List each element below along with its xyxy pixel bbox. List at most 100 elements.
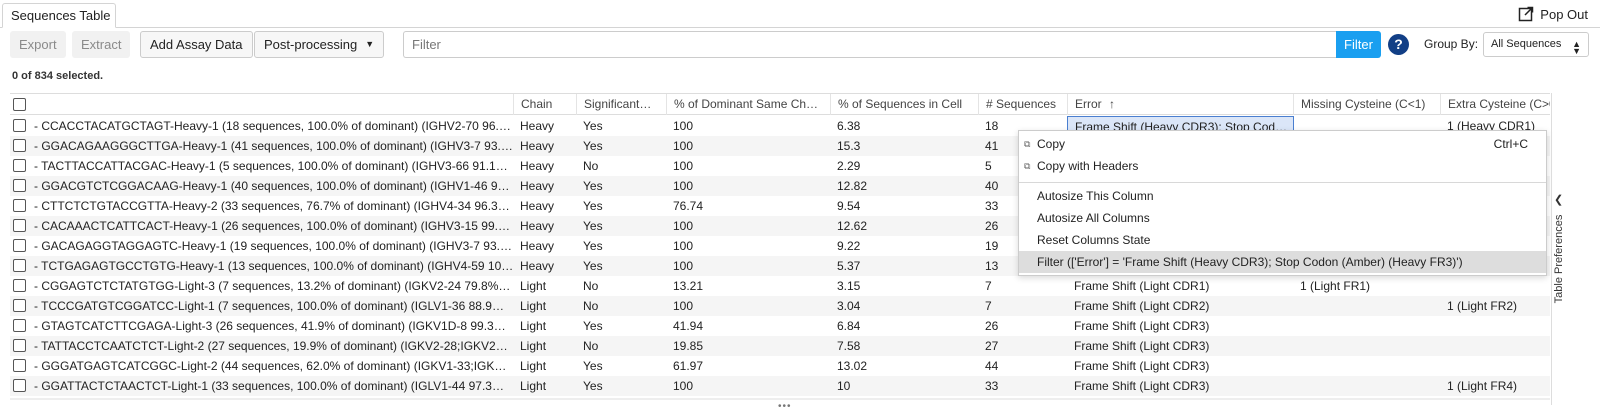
select-all-checkbox[interactable] bbox=[13, 98, 26, 111]
cell-pct-dominant: 100 bbox=[673, 119, 694, 133]
row-checkbox[interactable] bbox=[13, 259, 26, 272]
row-checkbox[interactable] bbox=[13, 319, 26, 332]
cell-significant: Yes bbox=[583, 379, 603, 393]
row-checkbox[interactable] bbox=[13, 199, 26, 212]
row-checkbox[interactable] bbox=[13, 219, 26, 232]
cell-pct-dominant: 100 bbox=[673, 239, 694, 253]
row-checkbox[interactable] bbox=[13, 179, 26, 192]
menu-item-copy-headers[interactable]: ⧉ Copy with Headers bbox=[1019, 156, 1546, 176]
row-checkbox[interactable] bbox=[13, 379, 26, 392]
cell-significant: Yes bbox=[583, 139, 603, 153]
cell-num-sequences: 26 bbox=[985, 319, 999, 333]
cell-extra-cysteine bbox=[1440, 356, 1550, 376]
cell-sequence-name: - GGGATGAGTCATCGGC-Light-2 (44 sequences… bbox=[34, 359, 514, 373]
group-by-label: Group By: bbox=[1424, 37, 1479, 51]
column-header-missing-cysteine[interactable]: Missing Cysteine (C<1) bbox=[1293, 94, 1441, 115]
tab-bar: Sequences Table Pop Out bbox=[0, 0, 1600, 28]
column-header-pct-dominant[interactable]: % of Dominant Same Ch… bbox=[666, 94, 831, 115]
menu-item-autosize-all[interactable]: Autosize All Columns bbox=[1019, 208, 1546, 228]
group-by-select[interactable]: All Sequences ▲ ▼ bbox=[1483, 32, 1589, 57]
pop-out-button[interactable]: Pop Out bbox=[1518, 6, 1588, 22]
row-checkbox[interactable] bbox=[13, 159, 26, 172]
row-checkbox[interactable] bbox=[13, 299, 26, 312]
export-button[interactable]: Export bbox=[10, 31, 66, 58]
cell-significant: Yes bbox=[583, 259, 603, 273]
column-header-significant[interactable]: Significant… bbox=[576, 94, 665, 115]
cell-pct-sequences: 5.37 bbox=[837, 259, 861, 273]
cell-pct-dominant: 19.85 bbox=[673, 339, 704, 353]
cell-error: Frame Shift (Light CDR1) bbox=[1074, 279, 1210, 293]
cell-pct-sequences: 3.04 bbox=[837, 299, 861, 313]
table-row[interactable]: - GGATTACTCTAACTCT-Light-1 (33 sequences… bbox=[10, 376, 1550, 396]
extract-button[interactable]: Extract bbox=[72, 31, 131, 58]
cell-pct-dominant: 100 bbox=[673, 159, 694, 173]
cell-sequence-name: - GTAGTCATCTTCGAGA-Light-3 (26 sequences… bbox=[34, 319, 514, 333]
cell-extra-cysteine bbox=[1440, 336, 1550, 356]
cell-sequence-name: - TACTTACCATTACGAC-Heavy-1 (5 sequences,… bbox=[34, 159, 508, 173]
filter-input[interactable] bbox=[403, 31, 1338, 58]
cell-chain: Heavy bbox=[520, 239, 555, 253]
column-header-num-sequences[interactable]: # Sequences bbox=[978, 94, 1068, 115]
cell-pct-sequences: 3.15 bbox=[837, 279, 861, 293]
cell-chain: Light bbox=[520, 319, 547, 333]
cell-sequence-name: - GGACGTCTCGGACAAG-Heavy-1 (40 sequences… bbox=[34, 179, 514, 193]
add-assay-data-button[interactable]: Add Assay Data bbox=[140, 31, 253, 58]
cell-num-sequences: 7 bbox=[985, 299, 992, 313]
cell-missing-cysteine bbox=[1293, 336, 1441, 356]
filter-button[interactable]: Filter bbox=[1336, 31, 1381, 58]
table-row[interactable]: - GTAGTCATCTTCGAGA-Light-3 (26 sequences… bbox=[10, 316, 1550, 336]
table-row[interactable]: - CGGAGTCTCTATGTGG-Light-3 (7 sequences,… bbox=[10, 276, 1550, 296]
cell-chain: Heavy bbox=[520, 119, 555, 133]
row-checkbox[interactable] bbox=[13, 279, 26, 292]
menu-item-reset-columns[interactable]: Reset Columns State bbox=[1019, 230, 1546, 250]
tab-sequences-table[interactable]: Sequences Table bbox=[2, 3, 116, 28]
cell-pct-dominant: 100 bbox=[673, 379, 694, 393]
row-checkbox[interactable] bbox=[13, 359, 26, 372]
cell-num-sequences: 44 bbox=[985, 359, 999, 373]
cell-extra-cysteine: 1 (Light FR2) bbox=[1447, 299, 1518, 313]
cell-sequence-name: - TATTACCTCAATCTCT-Light-2 (27 sequences… bbox=[34, 339, 514, 353]
post-processing-dropdown[interactable]: Post-processing ▼ bbox=[254, 31, 385, 58]
row-checkbox[interactable] bbox=[13, 119, 26, 132]
menu-item-autosize-column[interactable]: Autosize This Column bbox=[1019, 186, 1546, 206]
cell-missing-cysteine bbox=[1293, 376, 1441, 396]
cell-significant: No bbox=[583, 159, 599, 173]
column-header-error-label: Error bbox=[1075, 97, 1102, 111]
table-preferences-panel[interactable]: ❮ Table Preferences bbox=[1551, 93, 1566, 405]
pop-out-label: Pop Out bbox=[1540, 6, 1588, 22]
cell-missing-cysteine: 1 (Light FR1) bbox=[1300, 279, 1371, 293]
table-row[interactable]: - TATTACCTCAATCTCT-Light-2 (27 sequences… bbox=[10, 336, 1550, 356]
cell-chain: Light bbox=[520, 359, 547, 373]
cell-sequence-name: - CTTCTCTGTACCGTTA-Heavy-2 (33 sequences… bbox=[34, 199, 510, 213]
column-header-pct-sequences[interactable]: % of Sequences in Cell bbox=[830, 94, 979, 115]
caret-down-icon: ▼ bbox=[365, 39, 375, 49]
column-header-error[interactable]: Error ↑ bbox=[1067, 94, 1294, 115]
cell-chain: Heavy bbox=[520, 139, 555, 153]
row-checkbox[interactable] bbox=[13, 239, 26, 252]
menu-item-filter-error[interactable]: Filter (['Error'] = 'Frame Shift (Heavy … bbox=[1019, 251, 1546, 273]
cell-chain: Light bbox=[520, 299, 547, 313]
cell-num-sequences: 27 bbox=[985, 339, 999, 353]
cell-pct-sequences: 9.54 bbox=[837, 199, 861, 213]
cell-pct-dominant: 100 bbox=[673, 219, 694, 233]
cell-pct-dominant: 41.94 bbox=[673, 319, 704, 333]
menu-item-copy-label: Copy bbox=[1037, 137, 1066, 151]
horizontal-scrollbar[interactable] bbox=[10, 398, 1550, 400]
column-header-extra-cysteine[interactable]: Extra Cysteine (C>0 bbox=[1440, 94, 1550, 115]
cell-significant: Yes bbox=[583, 199, 603, 213]
table-row[interactable]: - GGGATGAGTCATCGGC-Light-2 (44 sequences… bbox=[10, 356, 1550, 376]
menu-item-copy[interactable]: ⧉ Copy Ctrl+C bbox=[1019, 134, 1546, 154]
table-row[interactable]: - TCCCGATGTCGGATCC-Light-1 (7 sequences,… bbox=[10, 296, 1550, 316]
cell-chain: Light bbox=[520, 279, 547, 293]
row-checkbox[interactable] bbox=[13, 139, 26, 152]
resize-handle-icon[interactable]: ••• bbox=[778, 401, 792, 412]
help-icon[interactable]: ? bbox=[1388, 34, 1409, 55]
cell-error: Frame Shift (Light CDR3) bbox=[1074, 319, 1210, 333]
row-checkbox[interactable] bbox=[13, 339, 26, 352]
pop-out-icon bbox=[1519, 6, 1534, 22]
cell-pct-sequences: 15.3 bbox=[837, 139, 861, 153]
cell-sequence-name: - GACAGAGGTAGGAGTC-Heavy-1 (19 sequences… bbox=[34, 239, 512, 253]
column-header-chain[interactable]: Chain bbox=[513, 94, 577, 115]
copy-icon: ⧉ bbox=[1024, 139, 1031, 149]
cell-extra-cysteine bbox=[1440, 316, 1550, 336]
